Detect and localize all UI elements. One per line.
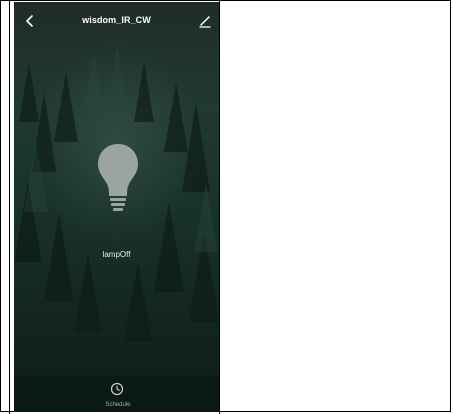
device-title: wisdom_IR_CW (82, 15, 151, 25)
lightbulb-icon (98, 144, 138, 211)
lamp-power-toggle[interactable] (96, 142, 140, 214)
device-control-screen: wisdom_IR_CW lampOff Schedule (14, 2, 219, 412)
edit-button[interactable] (197, 12, 213, 30)
edit-pencil-icon (199, 16, 211, 28)
schedule-button[interactable]: Schedule (96, 382, 140, 412)
lamp-status-label: lampOff (102, 250, 131, 259)
clock-icon (110, 382, 124, 396)
right-divider (219, 0, 220, 414)
left-divider (9, 0, 10, 414)
top-bar: wisdom_IR_CW (14, 2, 219, 38)
schedule-label: Schedule (105, 402, 131, 408)
